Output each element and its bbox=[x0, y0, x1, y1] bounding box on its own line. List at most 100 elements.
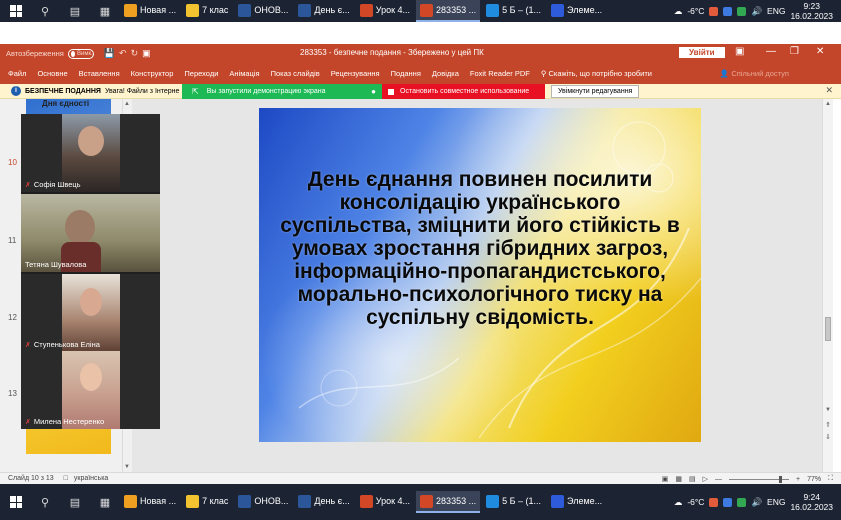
tray-app-icon[interactable] bbox=[709, 6, 719, 16]
redo-icon[interactable]: ↻ bbox=[131, 48, 139, 59]
clock[interactable]: 9:23 16.02.2023 bbox=[790, 1, 833, 21]
undo-icon[interactable]: ↶ bbox=[119, 48, 127, 59]
scroll-up-icon[interactable]: ▲ bbox=[124, 101, 130, 107]
prev-slide-icon[interactable]: ⇑ bbox=[825, 421, 831, 429]
autosave-toggle[interactable]: Вимк. bbox=[67, 48, 94, 59]
slideshow-icon[interactable]: ▷ bbox=[703, 475, 708, 483]
scroll-down-icon[interactable]: ▼ bbox=[124, 464, 130, 470]
scroll-thumb[interactable] bbox=[825, 317, 831, 341]
ribbon-tab[interactable]: Подання bbox=[391, 69, 421, 78]
maximize-icon[interactable]: ❐ bbox=[790, 46, 799, 57]
language-label[interactable]: українська bbox=[74, 475, 108, 482]
file-explorer-icon[interactable]: ▦ bbox=[97, 3, 113, 19]
ribbon-tab[interactable]: Конструктор bbox=[131, 69, 174, 78]
participant-name: ✗ Софія Швець bbox=[25, 180, 81, 189]
zoom-level[interactable]: 77% bbox=[807, 476, 821, 483]
participant-tile[interactable]: ✗ Ступенькова Еліна bbox=[21, 274, 160, 352]
scroll-down-icon[interactable]: ▼ bbox=[825, 407, 831, 413]
zoom-slider-knob[interactable] bbox=[779, 475, 782, 483]
tray-app-icon[interactable] bbox=[723, 6, 733, 16]
participant-tile[interactable]: ✗ Софія Швець bbox=[21, 114, 160, 192]
weather-icon[interactable]: ☁ bbox=[674, 497, 683, 508]
participant-tile-active[interactable]: Тетяна Шувалова bbox=[21, 194, 160, 272]
zoom-out-icon[interactable]: — bbox=[715, 476, 722, 483]
stop-sharing-button[interactable]: Остановить совместное использование bbox=[382, 84, 545, 99]
language-indicator[interactable]: ENG bbox=[767, 6, 785, 16]
windows-start-icon[interactable] bbox=[10, 496, 22, 508]
taskbar-app[interactable]: Элеме... bbox=[547, 0, 606, 22]
save-icon[interactable]: 💾 bbox=[104, 48, 115, 59]
taskbar-app[interactable]: ОНОВ... bbox=[234, 0, 292, 22]
slide-number-10[interactable]: 10 bbox=[8, 158, 17, 167]
taskbar-app[interactable]: 7 клас bbox=[182, 491, 232, 513]
close-icon[interactable]: ✕ bbox=[816, 46, 824, 57]
ribbon-tab[interactable]: Рецензування bbox=[331, 69, 380, 78]
weather-icon[interactable]: ☁ bbox=[674, 6, 683, 17]
weather-temp[interactable]: -6°C bbox=[687, 6, 704, 16]
enable-editing-button[interactable]: Увімкнути редагування bbox=[551, 85, 640, 98]
zoom-slider[interactable] bbox=[728, 475, 789, 483]
slide-sorter-icon[interactable]: ▦ bbox=[675, 475, 682, 483]
tray-app-icon[interactable] bbox=[737, 497, 747, 507]
taskbar-app[interactable]: 5 Б – (1... bbox=[482, 0, 545, 22]
taskbar-app[interactable]: 7 клас bbox=[182, 0, 232, 22]
weather-temp[interactable]: -6°C bbox=[687, 497, 704, 507]
slide-number-13[interactable]: 13 bbox=[8, 389, 17, 398]
normal-view-icon[interactable]: ▣ bbox=[662, 475, 669, 483]
tray-app-icon[interactable] bbox=[737, 6, 747, 16]
slide-number-11[interactable]: 11 bbox=[8, 236, 16, 245]
task-view-icon[interactable]: ▤ bbox=[67, 494, 83, 510]
ribbon-tab[interactable]: Анімація bbox=[229, 69, 259, 78]
signin-button[interactable]: Увійти bbox=[679, 47, 725, 58]
autosave[interactable]: Автозбереження Вимк. 💾 ↶ ↻ ▣ bbox=[6, 48, 151, 59]
ribbon-tab[interactable]: Основне bbox=[37, 69, 67, 78]
tray-app-icon[interactable] bbox=[709, 497, 719, 507]
app-icon bbox=[486, 3, 500, 17]
taskbar-app[interactable]: Новая ... bbox=[120, 0, 180, 22]
taskbar-app[interactable]: Урок 4... bbox=[356, 491, 414, 513]
taskbar-app-label: 7 клас bbox=[202, 5, 229, 15]
ribbon-tab[interactable]: Foxit Reader PDF bbox=[470, 69, 530, 78]
volume-icon[interactable]: 🔊 bbox=[751, 497, 762, 508]
language-indicator[interactable]: ENG bbox=[767, 497, 785, 507]
taskbar-app[interactable]: Элеме... bbox=[547, 491, 606, 513]
ribbon-tab[interactable]: Файл bbox=[8, 69, 26, 78]
reading-view-icon[interactable]: ▤ bbox=[689, 475, 696, 483]
taskbar-app[interactable]: 5 Б – (1... bbox=[482, 491, 545, 513]
slide-vertical-scrollbar[interactable]: ▲ ▼ ⇑ ⇓ bbox=[822, 99, 833, 472]
fit-slide-icon[interactable]: ⛶ bbox=[828, 475, 833, 483]
taskbar-app[interactable]: ОНОВ... bbox=[234, 491, 292, 513]
volume-icon[interactable]: 🔊 bbox=[751, 6, 762, 17]
search-icon[interactable]: ⚲ bbox=[37, 3, 53, 19]
minimize-icon[interactable]: — bbox=[766, 46, 776, 57]
task-view-icon[interactable]: ▤ bbox=[67, 3, 83, 19]
windows-start-icon[interactable] bbox=[10, 5, 22, 17]
taskbar-app[interactable]: Урок 4... bbox=[356, 0, 414, 22]
taskbar-app[interactable]: 283353 ... bbox=[416, 491, 481, 513]
next-slide-icon[interactable]: ⇓ bbox=[825, 433, 831, 441]
scroll-up-icon[interactable]: ▲ bbox=[825, 101, 831, 107]
ribbon-display-icon[interactable]: ▣ bbox=[735, 46, 744, 57]
taskbar-app[interactable]: 283353 ... bbox=[416, 0, 481, 22]
file-explorer-icon[interactable]: ▦ bbox=[97, 494, 113, 510]
taskbar-app[interactable]: Новая ... bbox=[120, 491, 180, 513]
tray-app-icon[interactable] bbox=[723, 497, 733, 507]
clock[interactable]: 9:24 16.02.2023 bbox=[790, 492, 833, 512]
protected-bar-close-icon[interactable]: ✕ bbox=[825, 85, 833, 96]
tell-me-search[interactable]: ⚲ Скажіть, що потрібно зробити bbox=[541, 69, 663, 78]
share-button[interactable]: 👤 Спільний доступ bbox=[720, 69, 800, 78]
search-icon[interactable]: ⚲ bbox=[37, 494, 53, 510]
app-icon bbox=[420, 494, 434, 508]
ribbon-tab[interactable]: Показ слайдів bbox=[271, 69, 320, 78]
ribbon-tab[interactable]: Довідка bbox=[432, 69, 459, 78]
zoom-in-icon[interactable]: + bbox=[796, 476, 800, 483]
slide-number-12[interactable]: 12 bbox=[8, 313, 17, 322]
taskbar-app[interactable]: День є... bbox=[294, 0, 353, 22]
slide[interactable]: День єднання повинен посилити консолідац… bbox=[259, 108, 701, 442]
spellcheck-icon[interactable]: □ bbox=[64, 475, 68, 482]
taskbar-app[interactable]: День є... bbox=[294, 491, 353, 513]
present-icon[interactable]: ▣ bbox=[142, 48, 151, 59]
participant-tile[interactable]: ✗ Милена Нестеренко bbox=[21, 351, 160, 429]
ribbon-tab[interactable]: Вставлення bbox=[79, 69, 120, 78]
ribbon-tab[interactable]: Переходи bbox=[184, 69, 218, 78]
